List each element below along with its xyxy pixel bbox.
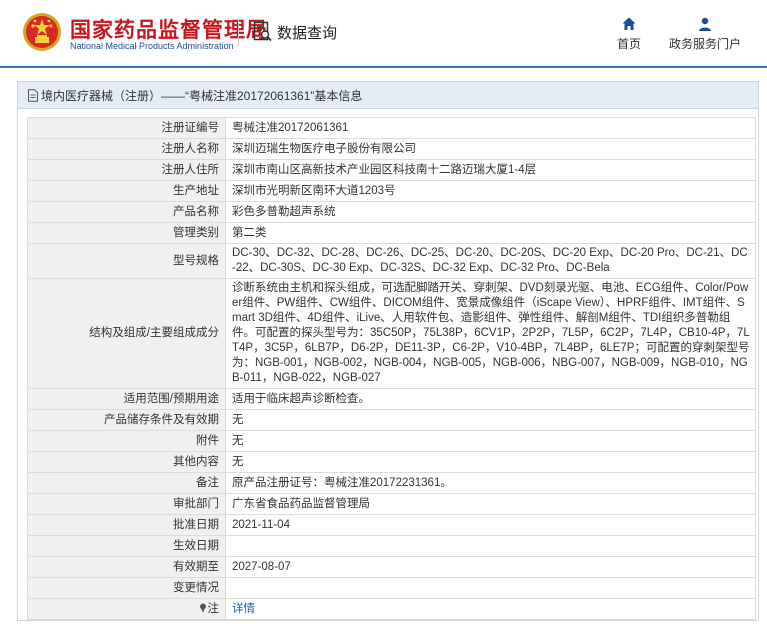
national-emblem-icon [23, 13, 61, 51]
field-label: 适用范围/预期用途 [27, 388, 226, 410]
data-query-icon [253, 21, 272, 42]
table-row: 注册证编号 粤械注准20172061361 [27, 117, 756, 139]
field-label: 变更情况 [27, 577, 226, 599]
table-row: 生产地址 深圳市光明新区南环大道1203号 [27, 180, 756, 202]
field-label: 有效期至 [27, 556, 226, 578]
field-label: 注册人名称 [27, 138, 226, 160]
field-label: 产品储存条件及有效期 [27, 409, 226, 431]
field-value: 2021-11-04 [225, 514, 756, 536]
table-row: 其他内容 无 [27, 451, 756, 473]
field-value: 诊断系统由主机和探头组成，可选配脚踏开关、穿刺架、DVD刻录光驱、电池、ECG组… [225, 278, 756, 389]
pin-icon [199, 603, 206, 613]
table-row: 注册人住所 深圳市南山区高新技术产业园区科技南十二路迈瑞大厦1-4层 [27, 159, 756, 181]
table-row: 管理类别 第二类 [27, 222, 756, 244]
field-value: 原产品注册证号：粤械注准20172231361。 [225, 472, 756, 494]
field-label: 管理类别 [27, 222, 226, 244]
table-row: 适用范围/预期用途 适用于临床超声诊断检查。 [27, 388, 756, 410]
registration-info-table: 注册证编号 粤械注准20172061361 注册人名称 深圳迈瑞生物医疗电子股份… [27, 117, 756, 620]
field-label: 结构及组成/主要组成成分 [27, 278, 226, 389]
home-icon [622, 17, 636, 30]
field-value-note: 详情 [225, 598, 756, 620]
user-icon [699, 17, 711, 31]
table-row: 备注 原产品注册证号：粤械注准20172231361。 [27, 472, 756, 494]
field-label-note: 注 [27, 598, 226, 620]
field-label: 生产地址 [27, 180, 226, 202]
field-value: 深圳市南山区高新技术产业园区科技南十二路迈瑞大厦1-4层 [225, 159, 756, 181]
note-label: 注 [207, 602, 220, 615]
detail-link[interactable]: 详情 [232, 603, 255, 615]
nav-gov-service-portal[interactable]: 政务服务门户 [669, 16, 741, 52]
field-label: 注册人住所 [27, 159, 226, 181]
panel-title-text: 境内医疗器械（注册）——“粤械注准20172061361”基本信息 [41, 88, 363, 103]
table-row: 审批部门 广东省食品药品监督管理局 [27, 493, 756, 515]
nav-gov-label: 政务服务门户 [669, 37, 742, 51]
table-row: 型号规格 DC-30、DC-32、DC-28、DC-26、DC-25、DC-20… [27, 243, 756, 279]
nav-home-label: 首页 [617, 37, 642, 51]
field-label: 生效日期 [27, 535, 226, 557]
field-value: 无 [225, 451, 756, 473]
field-value: 无 [225, 409, 756, 431]
table-row-note: 注 详情 [27, 598, 756, 620]
field-label: 附件 [27, 430, 226, 452]
field-value [225, 535, 756, 557]
field-value [225, 577, 756, 599]
field-value: 无 [225, 430, 756, 452]
panel-title: 境内医疗器械（注册）——“粤械注准20172061361”基本信息 [18, 82, 758, 109]
field-value: DC-30、DC-32、DC-28、DC-26、DC-25、DC-20、DC-2… [225, 243, 756, 279]
field-label: 备注 [27, 472, 226, 494]
field-label: 审批部门 [27, 493, 226, 515]
document-icon [28, 88, 38, 102]
table-row: 有效期至 2027-08-07 [27, 556, 756, 578]
field-value: 第二类 [225, 222, 756, 244]
table-row: 产品名称 彩色多普勒超声系统 [27, 201, 756, 223]
field-value: 广东省食品药品监督管理局 [225, 493, 756, 515]
field-value: 深圳市光明新区南环大道1203号 [225, 180, 756, 202]
site-header: 国家药品监督管理局 National Medical Products Admi… [0, 0, 767, 68]
nav-home[interactable]: 首页 [617, 16, 641, 52]
table-row: 产品储存条件及有效期 无 [27, 409, 756, 431]
table-row: 注册人名称 深圳迈瑞生物医疗电子股份有限公司 [27, 138, 756, 160]
table-row: 变更情况 [27, 577, 756, 599]
field-label: 批准日期 [27, 514, 226, 536]
field-value: 深圳迈瑞生物医疗电子股份有限公司 [225, 138, 756, 160]
detail-panel: 境内医疗器械（注册）——“粤械注准20172061361”基本信息 注册证编号 … [17, 81, 759, 621]
field-label: 产品名称 [27, 201, 226, 223]
field-value: 适用于临床超声诊断检查。 [225, 388, 756, 410]
field-value: 彩色多普勒超声系统 [225, 201, 756, 223]
table-row: 结构及组成/主要组成成分 诊断系统由主机和探头组成，可选配脚踏开关、穿刺架、DV… [27, 278, 756, 389]
field-label: 型号规格 [27, 243, 226, 279]
field-label: 注册证编号 [27, 117, 226, 139]
header-divider [238, 18, 239, 46]
table-row: 批准日期 2021-11-04 [27, 514, 756, 536]
site-name-en: National Medical Products Administration [70, 41, 234, 51]
module-title: 数据查询 [253, 20, 337, 44]
field-value: 2027-08-07 [225, 556, 756, 578]
module-title-text: 数据查询 [277, 24, 338, 42]
table-row: 附件 无 [27, 430, 756, 452]
field-value: 粤械注准20172061361 [225, 117, 756, 139]
field-label: 其他内容 [27, 451, 226, 473]
table-row: 生效日期 [27, 535, 756, 557]
